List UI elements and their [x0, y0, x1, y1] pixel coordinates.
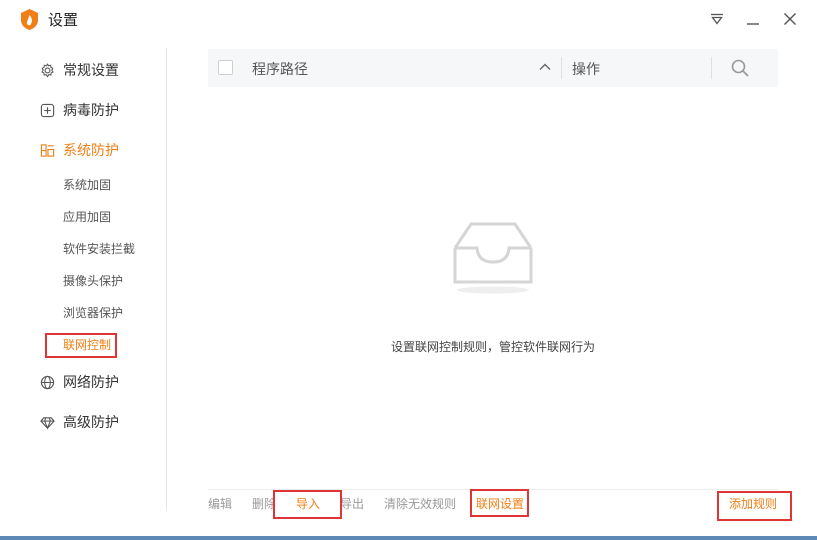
- plus-box-icon: [39, 102, 55, 118]
- close-icon: [784, 13, 796, 25]
- gear-icon: [39, 62, 55, 78]
- window-title: 设置: [48, 11, 79, 29]
- sidebar-item-label: 系统防护: [63, 143, 119, 159]
- sidebar-item-network-protection[interactable]: 网络防护: [39, 371, 119, 393]
- sidebar-item-advanced-protection[interactable]: 高级防护: [39, 411, 119, 433]
- clear-invalid-rules-button[interactable]: 清除无效规则: [384, 496, 456, 512]
- sidebar-subitem-system-hardening[interactable]: 系统加固: [63, 176, 111, 194]
- empty-inbox-icon: [453, 222, 533, 294]
- sidebar-divider: [166, 48, 167, 510]
- sidebar-subitem-install-block[interactable]: 软件安装拦截: [63, 240, 135, 258]
- import-button-label: 导入: [296, 497, 321, 511]
- sidebar-subitem-app-hardening[interactable]: 应用加固: [63, 208, 111, 226]
- highlight-box: [45, 333, 117, 358]
- sidebar-item-label: 网络防护: [63, 375, 119, 391]
- sidebar-item-label: 高级防护: [63, 415, 119, 431]
- empty-state-text: 设置联网控制规则，管控软件联网行为: [390, 340, 595, 354]
- close-button[interactable]: [780, 9, 800, 29]
- edit-button[interactable]: 编辑: [208, 496, 232, 512]
- sidebar-item-general-settings[interactable]: 常规设置: [39, 59, 119, 81]
- app-logo-icon: [21, 9, 38, 30]
- menu-button[interactable]: [707, 9, 727, 29]
- column-header-path[interactable]: 程序路径: [252, 59, 308, 79]
- title-bar: 设置: [0, 0, 817, 38]
- sidebar-item-label: 病毒防护: [63, 103, 119, 119]
- dropdown-menu-icon: [711, 13, 723, 25]
- sort-ascending-icon[interactable]: [538, 60, 552, 74]
- highlight-box: [470, 489, 529, 517]
- minimize-icon: [747, 23, 759, 25]
- sidebar-item-label: 常规设置: [63, 63, 119, 79]
- column-separator: [711, 57, 712, 79]
- sidebar-item-system-protection[interactable]: 系统防护: [39, 139, 119, 161]
- export-button[interactable]: 导出: [340, 496, 364, 512]
- column-header-action: 操作: [572, 62, 600, 78]
- sidebar-item-virus-protection[interactable]: 病毒防护: [39, 99, 119, 121]
- globe-icon: [39, 374, 55, 390]
- sidebar-subitem-browser-protection[interactable]: 浏览器保护: [63, 304, 123, 322]
- diamond-icon: [39, 414, 55, 430]
- column-separator: [561, 57, 562, 79]
- search-icon[interactable]: [730, 58, 750, 78]
- bottom-border: [0, 536, 817, 540]
- sidebar-subitem-camera-protection[interactable]: 摄像头保护: [63, 272, 123, 290]
- minimize-button[interactable]: [743, 9, 763, 29]
- highlight-box: [717, 491, 792, 521]
- system-icon: [39, 142, 55, 158]
- select-all-checkbox[interactable]: [218, 60, 233, 75]
- table-header: 程序路径 操作: [208, 49, 778, 87]
